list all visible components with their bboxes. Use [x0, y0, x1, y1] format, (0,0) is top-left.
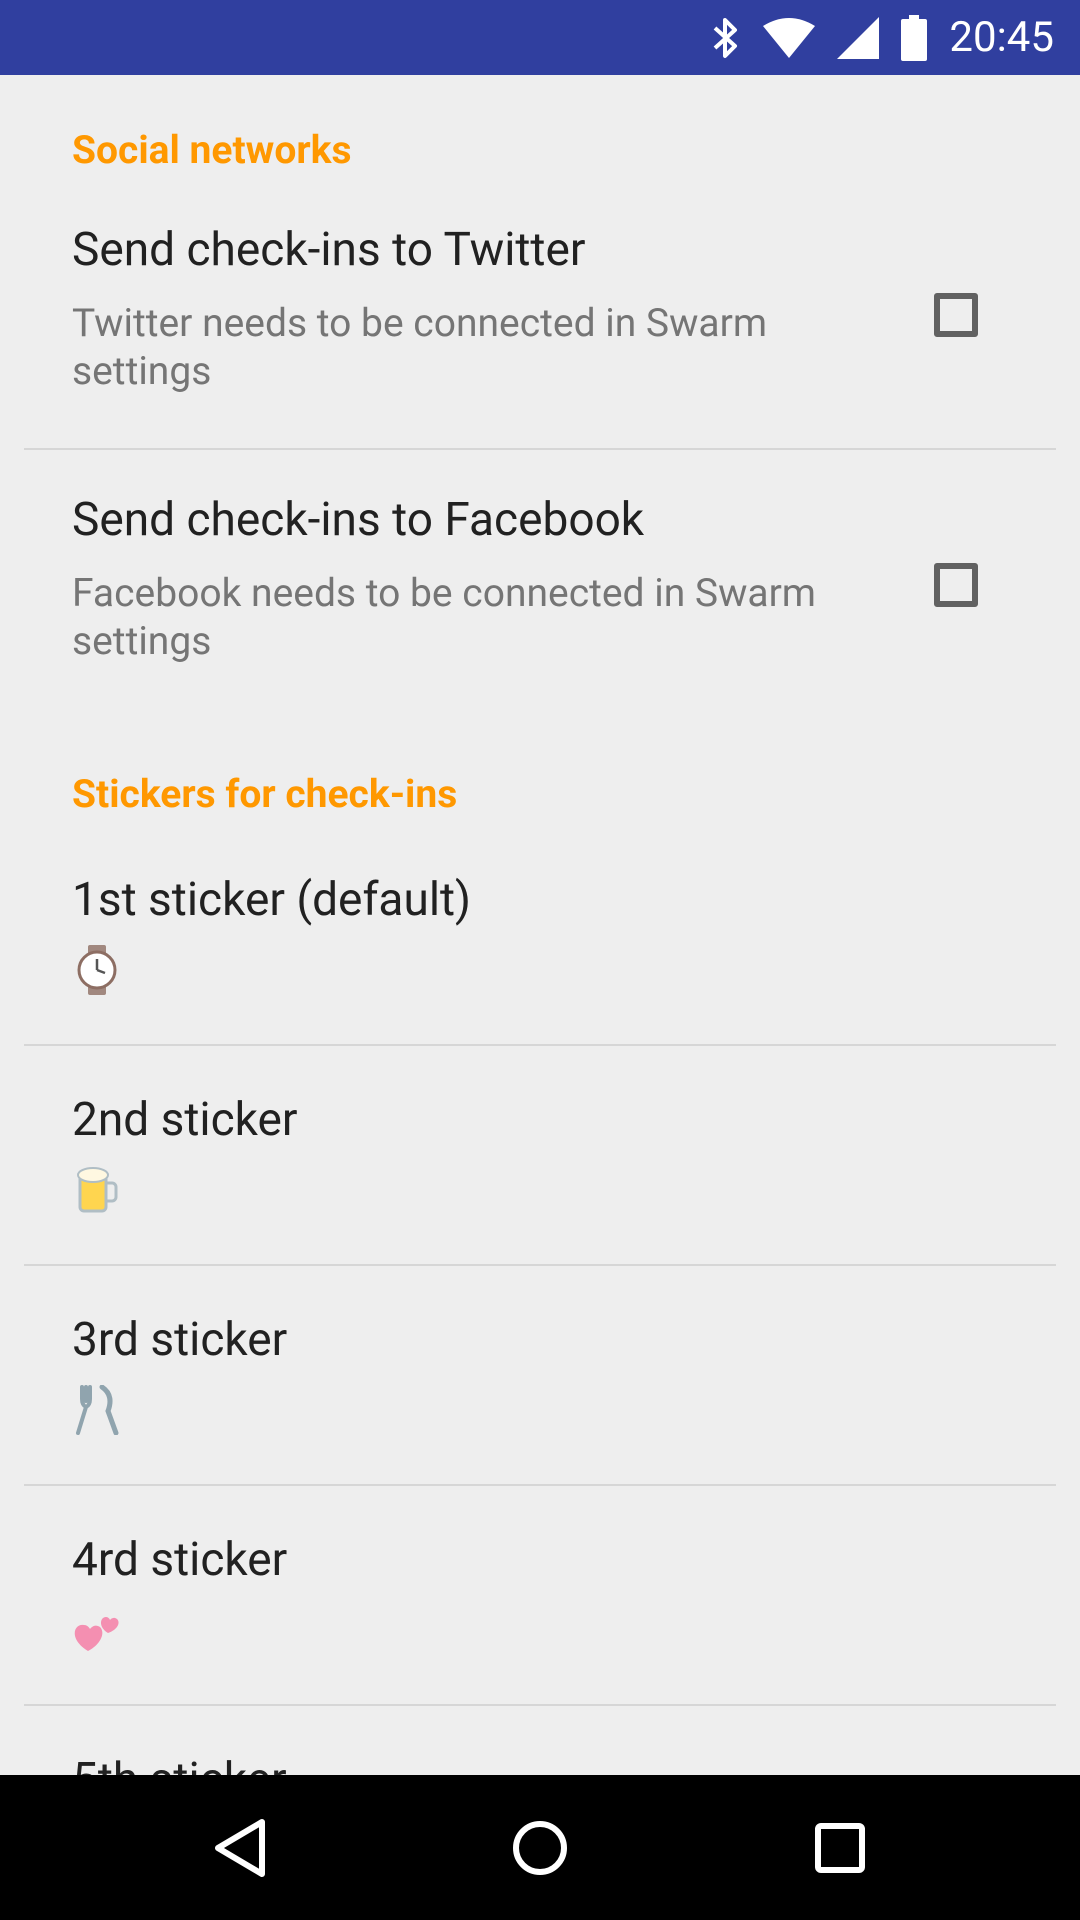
clock-time: 20:45	[949, 12, 1054, 62]
divider	[24, 448, 1056, 450]
two-hearts-icon	[72, 1605, 122, 1655]
divider	[24, 1264, 1056, 1266]
cellular-signal-icon	[837, 16, 880, 59]
watch-icon	[72, 945, 122, 995]
beer-mug-icon	[72, 1165, 122, 1215]
bluetooth-icon	[711, 16, 741, 60]
recents-icon[interactable]	[780, 1775, 900, 1920]
divider	[24, 1044, 1056, 1046]
pref-title: 1st sticker (default)	[72, 873, 472, 927]
navigation-bar	[0, 1775, 1080, 1920]
pref-title: 4rd sticker	[72, 1533, 288, 1587]
pref-sticker-5[interactable]: 5th sticker	[0, 1755, 1080, 1775]
battery-icon	[901, 14, 928, 61]
pref-title: 5th sticker	[72, 1755, 287, 1775]
pref-sticker-1[interactable]: 1st sticker (default)	[0, 875, 1080, 1095]
settings-list[interactable]: Social networks Send check-ins to Twitte…	[0, 75, 1080, 1775]
status-bar: 20:45	[0, 0, 1080, 75]
pref-title: 3rd sticker	[72, 1313, 288, 1367]
twitter-checkbox[interactable]	[934, 293, 978, 337]
pref-title: 2nd sticker	[72, 1093, 298, 1147]
section-header-social-networks: Social networks	[72, 127, 352, 173]
divider	[24, 1704, 1056, 1706]
back-icon[interactable]	[180, 1775, 300, 1920]
pref-title: Send check-ins to Facebook	[72, 493, 645, 547]
pref-title: Send check-ins to Twitter	[72, 223, 586, 277]
home-icon[interactable]	[480, 1775, 600, 1920]
wifi-icon	[763, 17, 816, 58]
pref-send-to-facebook[interactable]: Send check-ins to Facebook Facebook need…	[0, 495, 1080, 715]
pref-summary: Facebook needs to be connected in Swarm …	[72, 570, 817, 664]
pref-summary: Twitter needs to be connected in Swarm s…	[72, 300, 768, 394]
pref-send-to-twitter[interactable]: Send check-ins to Twitter Twitter needs …	[0, 225, 1080, 445]
divider	[24, 1484, 1056, 1486]
section-header-stickers: Stickers for check-ins	[72, 771, 458, 817]
fork-and-knife-icon	[72, 1384, 122, 1436]
facebook-checkbox[interactable]	[934, 563, 978, 607]
